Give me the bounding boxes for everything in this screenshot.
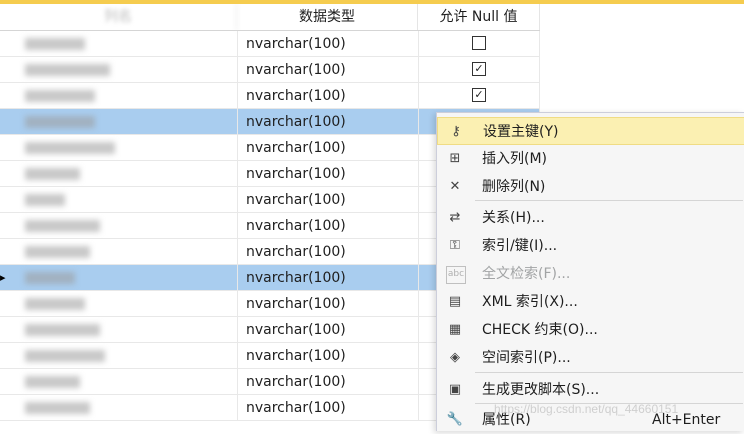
insert-column-icon: ⊞ (449, 151, 461, 166)
fulltext-icon: abc (446, 266, 466, 284)
column-name-cell-redacted[interactable] (20, 343, 237, 369)
column-name-cell-redacted[interactable] (20, 317, 237, 343)
data-type-cell[interactable]: nvarchar(100) (237, 109, 418, 135)
menu-item-label: 设置主键(Y) (483, 124, 559, 140)
xml-index-icon: ▤ (448, 294, 462, 309)
data-type-cell[interactable]: nvarchar(100) (237, 317, 418, 343)
allow-null-cell: ✓ (418, 57, 540, 83)
watermark: https://blog.csdn.net/qq_44660151 (494, 402, 679, 416)
menu-item-label: CHECK 约束(O)... (482, 322, 598, 338)
menu-item-check-constraint[interactable]: ▦ CHECK 约束(O)... (437, 316, 744, 344)
data-type-cell[interactable]: nvarchar(100) (237, 135, 418, 161)
column-name-cell-redacted[interactable] (20, 83, 237, 109)
menu-item-label: 插入列(M) (482, 151, 548, 167)
column-name-cell-redacted[interactable] (20, 395, 237, 421)
column-name-cell-redacted[interactable] (20, 161, 237, 187)
menu-item-index-key[interactable]: ⚿ 索引/键(I)... (437, 232, 744, 260)
allow-null-checkbox[interactable]: ✓ (472, 88, 486, 102)
column-name-cell-redacted[interactable] (20, 239, 237, 265)
row-selector-arrow-icon: ▸ (0, 271, 6, 284)
table-row[interactable]: nvarchar(100) ✓ (0, 83, 540, 109)
data-type-cell[interactable]: nvarchar(100) (237, 265, 418, 291)
menu-item-xml-index[interactable]: ▤ XML 索引(X)... (437, 288, 744, 316)
data-type-cell[interactable]: nvarchar(100) (237, 31, 418, 57)
menu-item-delete-column[interactable]: ✕ 删除列(N) (437, 173, 744, 201)
menu-item-label: 删除列(N) (482, 179, 546, 195)
menu-item-label: 生成更改脚本(S)... (482, 382, 600, 398)
properties-wrench-icon: 🔧 (446, 412, 464, 427)
menu-item-relationship[interactable]: ⇄ 关系(H)... (437, 204, 744, 232)
data-type-cell[interactable]: nvarchar(100) (237, 83, 418, 109)
menu-item-insert-column[interactable]: ⊞ 插入列(M) (437, 145, 744, 173)
table-row[interactable]: nvarchar(100) ✓ (0, 57, 540, 83)
menu-item-label: 索引/键(I)... (482, 238, 558, 254)
column-name-cell-redacted[interactable] (20, 265, 237, 291)
allow-null-checkbox[interactable] (472, 36, 486, 50)
generate-script-icon: ▣ (448, 382, 462, 397)
allow-null-cell: ✓ (418, 83, 540, 109)
menu-item-label: 全文检索(F)... (482, 266, 571, 282)
data-type-cell[interactable]: nvarchar(100) (237, 187, 418, 213)
data-type-cell[interactable]: nvarchar(100) (237, 57, 418, 83)
top-accent-bar (0, 0, 744, 4)
index-key-icon: ⚿ (450, 238, 460, 253)
column-name-cell-redacted[interactable] (20, 291, 237, 317)
column-name-cell-redacted[interactable] (20, 31, 237, 57)
column-name-header[interactable]: 列名 (0, 4, 237, 30)
menu-item-generate-script[interactable]: ▣ 生成更改脚本(S)... (437, 376, 744, 404)
key-icon: ⚷ (451, 124, 461, 139)
menu-item-label: 空间索引(P)... (482, 350, 571, 366)
allow-null-checkbox[interactable]: ✓ (472, 62, 486, 76)
menu-item-label: 关系(H)... (482, 210, 545, 226)
allow-null-cell (418, 31, 540, 57)
table-row[interactable]: nvarchar(100) (0, 31, 540, 57)
column-name-cell-redacted[interactable] (20, 57, 237, 83)
data-type-cell[interactable]: nvarchar(100) (237, 395, 418, 421)
relationship-icon: ⇄ (449, 210, 461, 225)
menu-item-key[interactable]: ⚷ 设置主键(Y) (437, 117, 744, 145)
column-name-cell-redacted[interactable] (20, 369, 237, 395)
menu-item-fulltext: abc 全文检索(F)... (437, 260, 744, 288)
data-type-cell[interactable]: nvarchar(100) (237, 291, 418, 317)
data-type-cell[interactable]: nvarchar(100) (237, 239, 418, 265)
data-type-cell[interactable]: nvarchar(100) (237, 343, 418, 369)
data-type-cell[interactable]: nvarchar(100) (237, 369, 418, 395)
menu-item-spatial-index[interactable]: ◈ 空间索引(P)... (437, 344, 744, 372)
column-name-cell-redacted[interactable] (20, 187, 237, 213)
menu-separator (475, 372, 743, 373)
grid-header: 列名 数据类型 允许 Null 值 (0, 4, 540, 31)
data-type-cell[interactable]: nvarchar(100) (237, 213, 418, 239)
allow-null-header[interactable]: 允许 Null 值 (418, 4, 540, 30)
column-name-cell-redacted[interactable] (20, 213, 237, 239)
data-type-cell[interactable]: nvarchar(100) (237, 161, 418, 187)
delete-column-icon: ✕ (449, 179, 461, 194)
column-name-cell-redacted[interactable] (20, 109, 237, 135)
column-name-cell-redacted[interactable] (20, 135, 237, 161)
check-constraint-icon: ▦ (448, 322, 462, 337)
data-type-header[interactable]: 数据类型 (237, 4, 418, 30)
context-menu: ⚷ 设置主键(Y) ⊞ 插入列(M) ✕ 删除列(N) ⇄ 关系(H)... ⚿ 索引/键(I).… (436, 112, 744, 431)
menu-item-label: XML 索引(X)... (482, 294, 578, 310)
spatial-index-icon: ◈ (450, 350, 460, 365)
